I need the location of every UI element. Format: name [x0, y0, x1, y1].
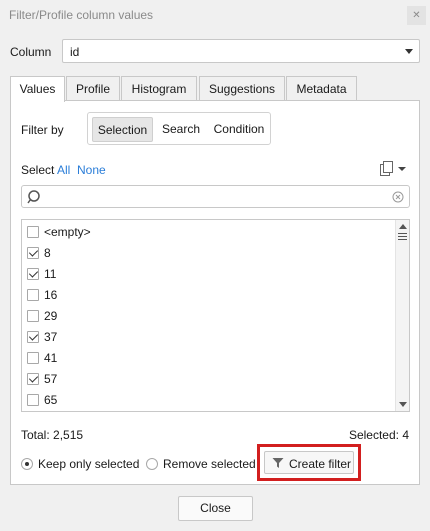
close-button[interactable]: Close [178, 496, 253, 521]
close-icon[interactable]: ✕ [407, 6, 426, 25]
item-label: 41 [44, 351, 58, 365]
clear-search-icon[interactable] [392, 191, 404, 203]
copy-values-button[interactable] [377, 159, 409, 179]
list-item[interactable]: <empty> [27, 222, 387, 243]
tab-values[interactable]: Values [10, 76, 65, 102]
item-checkbox[interactable] [27, 373, 39, 385]
tab-histogram[interactable]: Histogram [121, 76, 197, 101]
keep-only-selected-label: Keep only selected [38, 457, 140, 471]
scroll-down-arrow-icon[interactable] [399, 402, 407, 407]
item-label: 16 [44, 288, 58, 302]
item-checkbox[interactable] [27, 352, 39, 364]
funnel-icon [272, 458, 284, 468]
filter-by-label: Filter by [21, 123, 64, 137]
item-label: <empty> [44, 225, 91, 239]
column-select-value: id [70, 45, 80, 59]
list-item[interactable]: 16 [27, 285, 387, 306]
create-filter-highlight: Create filter [257, 444, 361, 481]
item-checkbox[interactable] [27, 289, 39, 301]
item-label: 8 [44, 246, 51, 260]
create-filter-label: Create filter [289, 457, 352, 471]
values-panel: Filter by Selection Search Condition Sel… [10, 100, 420, 485]
list-item[interactable]: 37 [27, 327, 387, 348]
list-item[interactable]: 57 [27, 369, 387, 390]
item-checkbox[interactable] [27, 226, 39, 238]
values-list: <empty> 8 11 16 29 37 41 57 65 [21, 219, 410, 412]
copy-icon [380, 161, 406, 176]
window-title: Filter/Profile column values [9, 8, 154, 22]
item-checkbox[interactable] [27, 247, 39, 259]
selected-count: Selected: 4 [348, 428, 409, 442]
item-label: 29 [44, 309, 58, 323]
column-select[interactable]: id [62, 39, 420, 63]
select-all-link[interactable]: All [57, 163, 70, 177]
remove-selected-label: Remove selected [163, 457, 256, 471]
select-none-link[interactable]: None [77, 163, 106, 177]
item-label: 11 [44, 267, 57, 281]
item-checkbox[interactable] [27, 394, 39, 406]
item-label: 65 [44, 393, 58, 407]
item-checkbox[interactable] [27, 310, 39, 322]
item-checkbox[interactable] [27, 268, 39, 280]
select-label: Select [21, 163, 55, 177]
scroll-up-arrow-icon[interactable] [399, 224, 407, 229]
item-checkbox[interactable] [27, 331, 39, 343]
item-label: 57 [44, 372, 58, 386]
list-scrollbar[interactable] [395, 220, 409, 411]
tab-profile[interactable]: Profile [66, 76, 120, 101]
search-input[interactable] [21, 185, 410, 208]
list-item[interactable]: 41 [27, 348, 387, 369]
list-item[interactable]: 11 [27, 264, 387, 285]
title-bar: Filter/Profile column values ✕ [0, 0, 430, 30]
tab-metadata[interactable]: Metadata [286, 76, 357, 101]
filter-by-segmented-control: Selection Search Condition [87, 112, 271, 145]
create-filter-button[interactable]: Create filter [264, 451, 354, 474]
chevron-down-icon [405, 49, 413, 54]
filter-by-condition-option[interactable]: Condition [210, 117, 268, 142]
scroll-thumb[interactable] [398, 231, 407, 244]
list-item[interactable]: 8 [27, 243, 387, 264]
radio-dot[interactable] [146, 458, 158, 470]
list-item[interactable]: 65 [27, 390, 387, 411]
item-label: 37 [44, 330, 58, 344]
list-item[interactable]: 29 [27, 306, 387, 327]
tab-suggestions[interactable]: Suggestions [199, 76, 285, 101]
radio-dot[interactable] [21, 458, 33, 470]
column-label: Column [10, 45, 52, 59]
search-icon [27, 190, 40, 204]
total-count: Total: 2,515 [21, 428, 84, 442]
filter-by-selection-option[interactable]: Selection [92, 117, 153, 142]
filter-by-search-option[interactable]: Search [156, 117, 206, 142]
